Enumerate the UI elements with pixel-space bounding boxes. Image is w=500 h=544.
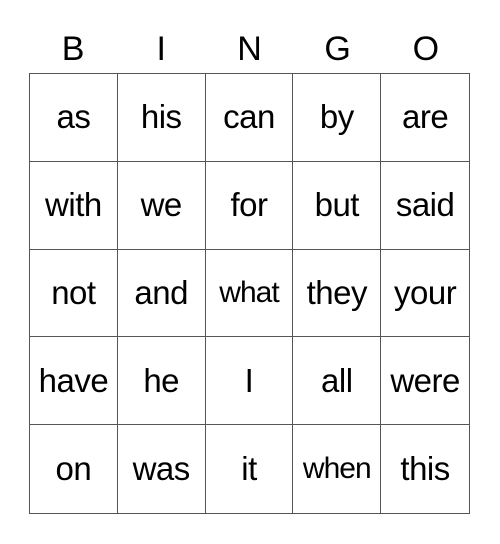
bingo-header: B I N G O [29,26,471,72]
bingo-cell[interactable]: and [117,249,206,338]
bingo-cell[interactable]: can [205,74,294,162]
bingo-cell[interactable]: were [381,337,469,426]
bingo-cell[interactable]: was [118,425,206,513]
header-letter-n: N [237,30,262,68]
bingo-cell[interactable]: what [205,249,294,338]
bingo-cell[interactable]: with [30,161,118,250]
bingo-cell[interactable]: for [205,161,294,250]
bingo-cell[interactable]: his [117,74,206,162]
header-letter-i: I [156,30,166,68]
bingo-cell[interactable]: your [381,250,469,338]
bingo-cell[interactable]: as [30,74,118,162]
bingo-cell[interactable]: I [205,337,294,426]
bingo-cell[interactable]: all [293,337,382,426]
header-letter-b: B [61,30,85,68]
bingo-cell[interactable]: have [30,337,118,426]
bingo-cell[interactable]: we [117,161,206,250]
bingo-cell[interactable]: are [381,74,469,162]
bingo-cell[interactable]: it [206,425,294,513]
bingo-cell[interactable]: but [293,161,382,250]
bingo-cell[interactable]: not [30,249,118,338]
bingo-cell[interactable]: by [293,74,382,162]
bingo-cell[interactable]: this [381,425,469,513]
header-letter-o: O [412,30,440,68]
header-letter-g: G [324,30,351,68]
bingo-cell[interactable]: they [293,249,382,338]
bingo-card-grid: as his can by are with we for but said n… [29,73,470,514]
bingo-cell[interactable]: on [30,425,118,513]
bingo-cell[interactable]: he [117,337,206,426]
bingo-cell[interactable]: said [381,162,469,250]
bingo-cell[interactable]: when [293,425,382,513]
